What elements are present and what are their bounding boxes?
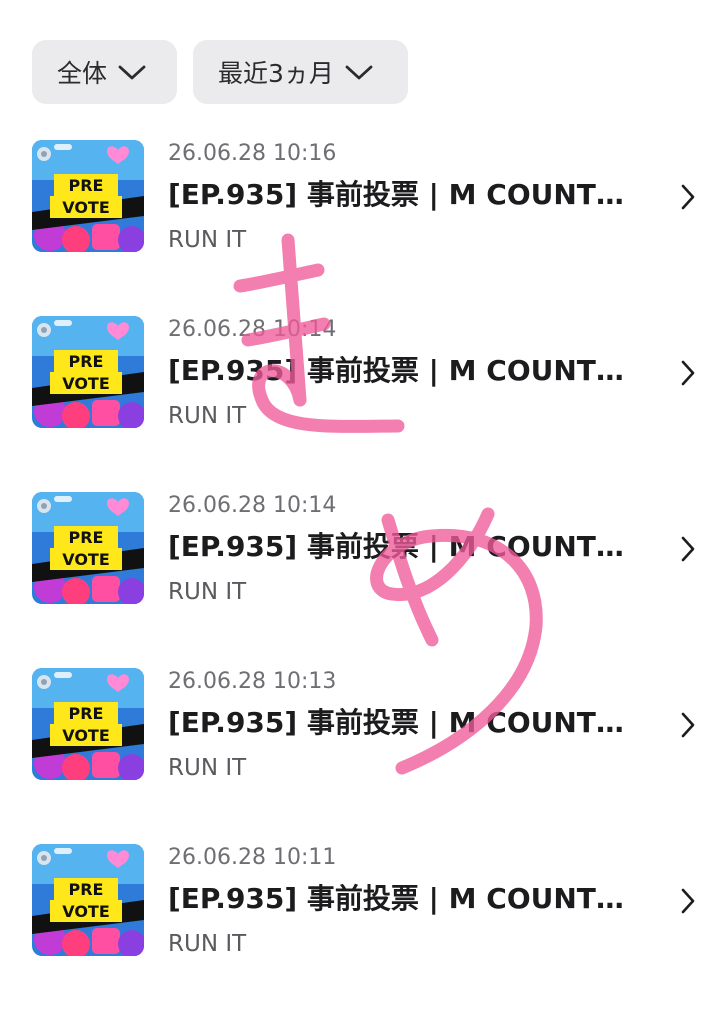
chevron-right-icon <box>680 535 696 567</box>
thumb-line2: VOTE <box>62 198 110 217</box>
thumb-line2: VOTE <box>62 374 110 393</box>
artist-name: RUN IT <box>168 579 247 605</box>
list-item[interactable]: PRE VOTE 26.06.28 10:11 [EP.935] 事前投票 | … <box>0 844 714 1020</box>
chevron-right-icon <box>680 359 696 391</box>
pre-vote-thumbnail: PRE VOTE <box>32 844 144 956</box>
thumb-line1: PRE <box>69 880 104 899</box>
thumb-line2: VOTE <box>62 902 110 921</box>
period-filter-label: 最近3ヵ月 <box>218 59 334 88</box>
scope-filter-label: 全体 <box>57 59 108 88</box>
pre-vote-thumbnail: PRE VOTE <box>32 140 144 252</box>
vote-title: [EP.935] 事前投票 | M COUNTDOWN <box>168 706 638 739</box>
filter-bar: 全体 最近3ヵ月 <box>32 40 408 104</box>
vote-title: [EP.935] 事前投票 | M COUNTDOWN <box>168 882 638 915</box>
artist-name: RUN IT <box>168 755 247 781</box>
vote-title: [EP.935] 事前投票 | M COUNTDOWN <box>168 354 638 387</box>
vote-timestamp: 26.06.28 10:16 <box>168 141 337 166</box>
vote-history-list: PRE VOTE 26.06.28 10:16 [EP.935] 事前投票 | … <box>0 140 714 1020</box>
list-item[interactable]: PRE VOTE 26.06.28 10:13 [EP.935] 事前投票 | … <box>0 668 714 844</box>
vote-title: [EP.935] 事前投票 | M COUNTDOWN <box>168 530 638 563</box>
thumb-line1: PRE <box>69 704 104 723</box>
vote-timestamp: 26.06.28 10:11 <box>168 845 337 870</box>
artist-name: RUN IT <box>168 403 247 429</box>
artist-name: RUN IT <box>168 931 247 957</box>
vote-title: [EP.935] 事前投票 | M COUNTDOWN <box>168 178 638 211</box>
chevron-down-icon <box>117 63 147 81</box>
thumb-line1: PRE <box>69 528 104 547</box>
scope-filter-dropdown[interactable]: 全体 <box>32 40 177 104</box>
chevron-down-icon <box>344 63 374 81</box>
list-item[interactable]: PRE VOTE 26.06.28 10:14 [EP.935] 事前投票 | … <box>0 492 714 668</box>
pre-vote-thumbnail: PRE VOTE <box>32 668 144 780</box>
period-filter-dropdown[interactable]: 最近3ヵ月 <box>193 40 408 104</box>
thumb-line2: VOTE <box>62 550 110 569</box>
thumb-line2: VOTE <box>62 726 110 745</box>
list-item[interactable]: PRE VOTE 26.06.28 10:14 [EP.935] 事前投票 | … <box>0 316 714 492</box>
pre-vote-thumbnail: PRE VOTE <box>32 492 144 604</box>
list-item[interactable]: PRE VOTE 26.06.28 10:16 [EP.935] 事前投票 | … <box>0 140 714 316</box>
chevron-right-icon <box>680 887 696 919</box>
artist-name: RUN IT <box>168 227 247 253</box>
vote-timestamp: 26.06.28 10:14 <box>168 493 337 518</box>
pre-vote-thumbnail: PRE VOTE <box>32 316 144 428</box>
chevron-right-icon <box>680 711 696 743</box>
thumb-line1: PRE <box>69 352 104 371</box>
vote-timestamp: 26.06.28 10:14 <box>168 317 337 342</box>
vote-timestamp: 26.06.28 10:13 <box>168 669 337 694</box>
chevron-right-icon <box>680 183 696 215</box>
thumb-line1: PRE <box>69 176 104 195</box>
